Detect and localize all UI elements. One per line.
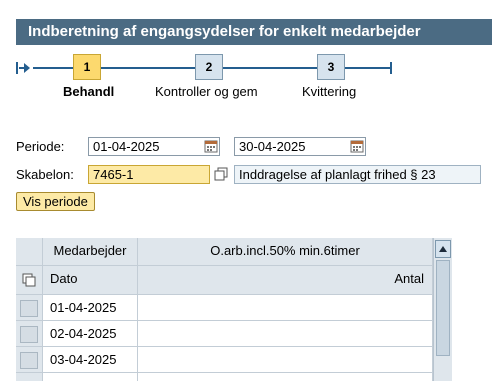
roadmap-step-2[interactable]: 2 <box>195 54 223 80</box>
table-cell-amount[interactable] <box>138 373 433 381</box>
roadmap-step-1[interactable]: 1 <box>73 54 101 80</box>
roadmap-step-1-label: Behandl <box>63 84 115 99</box>
template-description: Inddragelse af planlagt frihed § 23 <box>234 165 481 184</box>
table-corner <box>16 238 43 266</box>
row-selector[interactable] <box>16 295 43 321</box>
template-label: Skabelon: <box>16 167 74 182</box>
column-header-employee: Medarbejder <box>43 238 138 266</box>
roadmap: 1 2 3 Behandl Kontroller og gem Kvitteri… <box>16 50 492 106</box>
row-selector[interactable] <box>16 347 43 373</box>
select-all-icon[interactable] <box>22 273 36 287</box>
roadmap-step-3-label: Kvittering <box>302 84 357 99</box>
roadmap-line <box>223 67 317 69</box>
roadmap-line <box>101 67 195 69</box>
vertical-scrollbar[interactable] <box>433 238 452 381</box>
period-to-field[interactable]: 30-04-2025 <box>234 137 366 156</box>
scroll-up-button[interactable] <box>435 240 451 258</box>
arrow-up-icon <box>439 246 447 252</box>
column-header-amount: Antal <box>138 266 433 295</box>
roadmap-start-icon <box>16 62 30 74</box>
table-cell-amount[interactable] <box>138 347 433 373</box>
select-all-cell[interactable] <box>16 266 43 295</box>
roadmap-step-3[interactable]: 3 <box>317 54 345 80</box>
table-cell-date: 01-04-2025 <box>43 295 138 321</box>
page-title: Indberetning af engangsydelser for enkel… <box>16 19 492 45</box>
period-from-field[interactable]: 01-04-2025 <box>88 137 220 156</box>
table-cell-date: 02-04-2025 <box>43 321 138 347</box>
column-header-date: Dato <box>43 266 138 295</box>
value-help-icon[interactable] <box>214 167 228 181</box>
column-header-wage-type: O.arb.incl.50% min.6timer <box>138 238 433 266</box>
scroll-thumb[interactable] <box>436 260 450 356</box>
table-cell-date: 03-04-2025 <box>43 347 138 373</box>
table-cell-amount[interactable] <box>138 321 433 347</box>
roadmap-line <box>33 67 73 69</box>
roadmap-step-2-label: Kontroller og gem <box>155 84 258 99</box>
roadmap-end-icon <box>378 62 392 74</box>
calendar-icon[interactable] <box>350 139 365 154</box>
template-field[interactable]: 7465-1 <box>88 165 210 184</box>
show-period-button[interactable]: Vis periode <box>16 192 95 211</box>
data-table: Medarbejder O.arb.incl.50% min.6timer Da… <box>16 238 433 381</box>
table-cell-amount[interactable] <box>138 295 433 321</box>
row-selector[interactable] <box>16 321 43 347</box>
calendar-icon[interactable] <box>204 139 219 154</box>
row-selector[interactable] <box>16 373 43 381</box>
table-cell-date <box>43 373 138 381</box>
period-label: Periode: <box>16 139 65 154</box>
